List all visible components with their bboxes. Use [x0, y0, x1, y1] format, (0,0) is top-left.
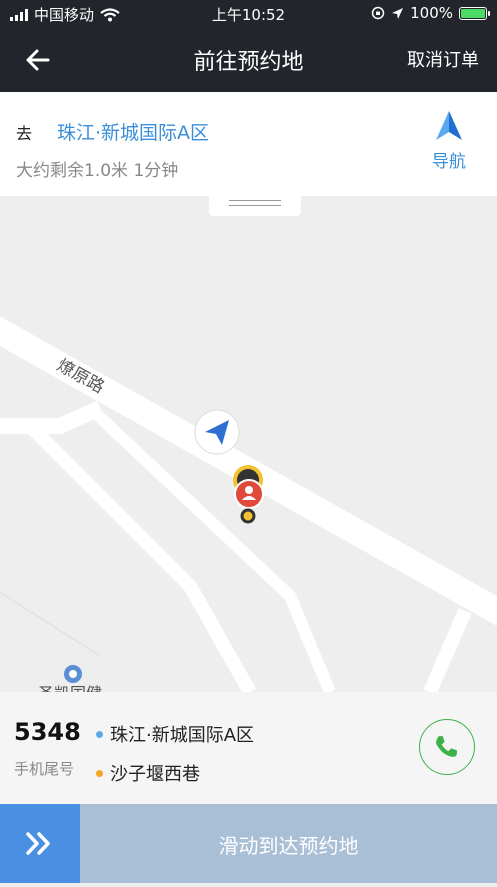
end-address-text: 沙子堰西巷 [110, 764, 200, 785]
start-dot-icon [96, 730, 103, 738]
end-address: 沙子堰西巷 [96, 760, 200, 786]
cancel-order-button[interactable]: 取消订单 [407, 46, 479, 72]
remaining-distance: 大约剩余1.0米 1分钟 [16, 161, 179, 181]
battery-icon [459, 6, 490, 20]
call-button[interactable] [419, 719, 475, 775]
navigate-button[interactable]: 导航 [429, 110, 469, 172]
end-dot-icon [96, 769, 103, 777]
slider-label: 滑动到达预约地 [218, 834, 359, 858]
double-chevron-right-icon [26, 832, 50, 855]
panel-drag-handle[interactable] [209, 196, 301, 216]
destination-name: 珠江·新城国际A区 [57, 122, 210, 144]
navigate-label: 导航 [432, 152, 466, 172]
phone-icon [436, 736, 457, 757]
phone-tail-number: 5348 [14, 718, 81, 746]
order-info-panel: 5348 手机尾号 珠江·新城国际A区 沙子堰西巷 [0, 692, 497, 804]
status-bar: 中国移动 上午10:52 100% [0, 0, 497, 28]
nav-bar: 前往预约地 取消订单 [0, 28, 497, 92]
start-address: 珠江·新城国际A区 [96, 721, 254, 747]
destination-card: 去 珠江·新城国际A区 大约剩余1.0米 1分钟 导航 [0, 92, 497, 196]
poi-label: 圣凯国健 [38, 684, 102, 692]
phone-tail-label: 手机尾号 [14, 760, 75, 778]
battery-percent: 100% [410, 4, 453, 22]
destination-prefix: 去 [16, 124, 33, 143]
arrive-slider[interactable]: 滑动到达预约地 [0, 804, 497, 883]
poi-marker [64, 665, 82, 683]
current-location-marker [194, 409, 240, 455]
location-arrow-icon [392, 7, 404, 19]
start-address-text: 珠江·新城国际A区 [110, 725, 255, 746]
orientation-lock-icon [371, 6, 385, 20]
navigation-icon [436, 111, 462, 140]
slider-handle[interactable] [0, 804, 80, 883]
map-view[interactable]: 燎原路 圣凯国健 [0, 196, 497, 692]
